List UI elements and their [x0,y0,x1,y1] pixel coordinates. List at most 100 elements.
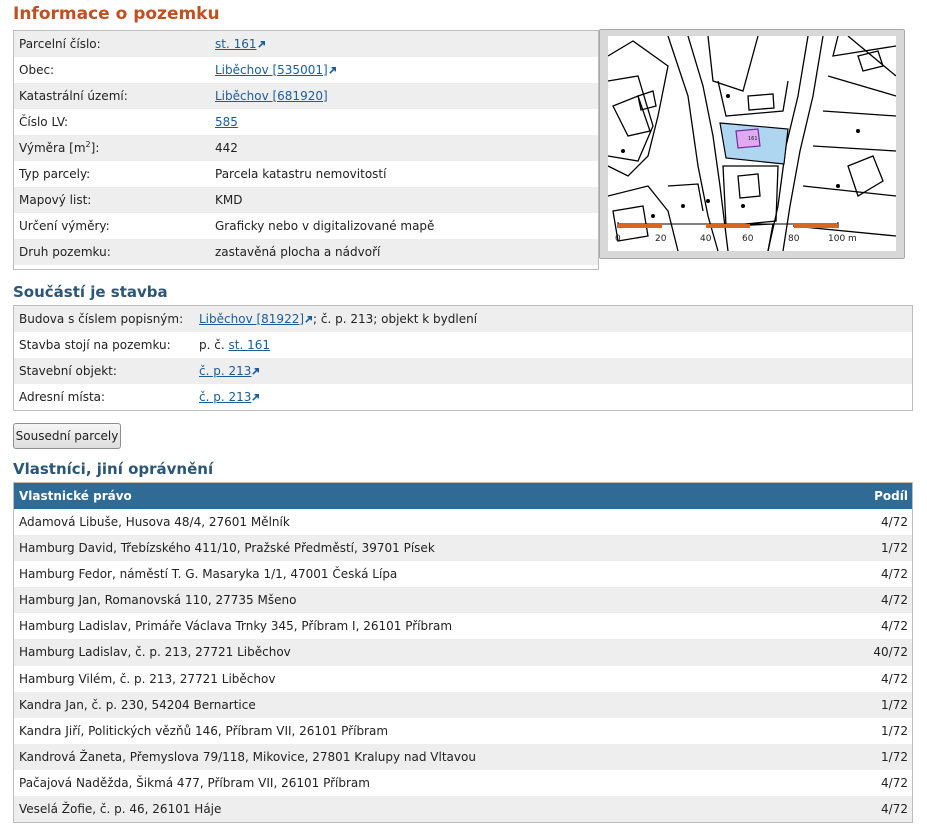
owner-share: 1/72 [881,541,908,556]
building-label: Stavba stojí na pozemku: [19,338,171,352]
owner-share: 4/72 [881,802,908,817]
building-section-title: Součástí je stavba [13,283,168,301]
info-row-land-type: Druh pozemku: zastavěná plocha a nádvoří [14,239,598,265]
table-row: Hamburg Jan, Romanovská 110, 27735 Mšeno… [14,587,912,614]
table-row: Hamburg Ladislav, č. p. 213, 27721 Liběc… [14,639,912,666]
owner-share: 1/72 [881,697,908,712]
area-value: 442 [215,141,238,155]
info-row-map-sheet: Mapový list: KMD [14,187,598,213]
building-row-building-object: Stavební objekt: č. p. 213 [14,358,912,384]
owner-name: Hamburg Fedor, náměstí T. G. Masaryka 1/… [19,567,398,582]
owner-name: Veselá Žofie, č. p. 46, 26101 Háje [19,802,222,817]
info-row-area-determination: Určení výměry: Graficky nebo v digitaliz… [14,213,598,239]
address-point-link[interactable]: č. p. 213 [199,390,251,404]
owners-section-title: Vlastníci, jiní oprávnění [13,460,214,478]
owner-share: 1/72 [881,723,908,738]
owner-share: 4/72 [881,619,908,634]
external-link-icon[interactable] [257,40,266,49]
info-row-cadastral-area: Katastrální území: Liběchov [681920] [14,83,598,109]
table-row: Hamburg David, Třebízského 411/10, Pražs… [14,535,912,562]
scale-label: 80 [788,234,800,244]
external-link-icon[interactable] [251,367,260,376]
map-sheet-value: KMD [215,193,243,207]
building-label: Budova s číslem popisným: [19,312,184,326]
neighbor-parcels-button[interactable]: Sousední parcely [13,423,121,449]
info-row-lv-number: Číslo LV: 585 [14,109,598,135]
building-object-link[interactable]: č. p. 213 [199,364,251,378]
info-label: Určení výměry: [19,219,110,233]
owner-share: 4/72 [881,775,908,790]
info-label: Výměra [m2]: [19,140,100,156]
info-label: Obec: [19,63,55,77]
owner-name: Kandra Jiří, Politických vězňů 146, Příb… [19,723,389,738]
table-row: Kandra Jan, č. p. 230, 54204 Bernartice 1… [14,691,912,718]
owner-name: Hamburg Vilém, č. p. 213, 27721 Liběchov [19,671,276,686]
info-label: Parcelní číslo: [19,37,101,51]
parcel-type-value: Parcela katastru nemovitostí [215,167,387,181]
col-share-header: Podíl [874,489,908,503]
info-row-parcel-type: Typ parcely: Parcela katastru nemovitost… [14,161,598,187]
table-row: Kandra Jiří, Politických vězňů 146, Příb… [14,718,912,744]
building-link[interactable]: Liběchov [81922] [199,312,304,326]
table-row: Veselá Žofie, č. p. 46, 26101 Háje 4/72 [14,796,912,823]
info-label: Typ parcely: [19,167,91,181]
table-row: Hamburg Vilém, č. p. 213, 27721 Liběchov… [14,666,912,692]
external-link-icon[interactable] [251,393,260,402]
owner-share: 4/72 [881,593,908,608]
table-row: Kandrová Žaneta, Přemyslova 79/118, Miko… [14,743,912,770]
building-label: Adresní místa: [19,390,106,404]
owner-share: 1/72 [881,749,908,764]
scale-label: 100 m [828,234,857,244]
external-link-icon[interactable] [328,66,337,75]
parcel-info-table: Parcelní číslo: st. 161 Obec: Liběchov [… [13,30,599,270]
owners-table-body: Adamová Libuše, Husova 48/4, 27601 Mělní… [14,509,912,823]
owner-share: 4/72 [881,515,908,529]
info-label: Číslo LV: [19,115,69,129]
external-link-icon[interactable] [304,315,313,324]
info-label: Katastrální území: [19,89,128,103]
map-image: 161 0 20 40 60 80 100 m [608,36,896,251]
table-row: Pačajová Naděžda, Šikmá 477, Příbram VII… [14,770,912,796]
building-row-stands-on: Stavba stojí na pozemku: p. č. st. 161 [14,332,912,358]
owner-name: Kandrová Žaneta, Přemyslova 79/118, Miko… [19,749,476,764]
building-table: Budova s číslem popisným: Liběchov [8192… [13,305,913,411]
scale-label: 20 [655,234,667,244]
owner-share: 40/72 [873,645,908,660]
building-row-address-points: Adresní místa: č. p. 213 [14,384,912,410]
parcel-link[interactable]: st. 161 [228,338,270,352]
scale-label: 40 [700,234,712,244]
owner-share: 4/72 [881,567,908,582]
owner-name: Pačajová Naděžda, Šikmá 477, Příbram VII… [19,775,370,790]
map-parcel-label: 161 [748,136,758,142]
table-row: Hamburg Fedor, náměstí T. G. Masaryka 1/… [14,561,912,587]
col-owner-header: Vlastnické právo [19,489,132,503]
info-row-area: Výměra [m2]: 442 [14,135,598,161]
owner-name: Hamburg Jan, Romanovská 110, 27735 Mšeno [19,593,297,608]
info-label: Druh pozemku: [19,245,111,259]
building-label: Stavební objekt: [19,364,117,378]
info-row-parcel-number: Parcelní číslo: st. 161 [14,31,598,57]
building-row-house-number: Budova s číslem popisným: Liběchov [8192… [14,306,912,332]
scale-label: 60 [742,234,754,244]
municipality-link[interactable]: Liběchov [535001] [215,63,328,77]
owner-name: Hamburg David, Třebízského 411/10, Pražs… [19,541,435,556]
owner-name: Hamburg Ladislav, Primáře Václava Trnky … [19,619,453,634]
info-row-municipality: Obec: Liběchov [535001] [14,57,598,83]
area-determination-value: Graficky nebo v digitalizované mapě [215,219,435,233]
owners-table: Vlastnické právo Podíl Adamová Libuše, H… [13,482,913,824]
cadastral-area-link[interactable]: Liběchov [681920] [215,89,328,103]
table-row: Hamburg Ladislav, Primáře Václava Trnky … [14,613,912,639]
scale-label: 0 [615,234,621,244]
page-title: Informace o pozemku [13,4,220,24]
owner-share: 4/72 [881,671,908,686]
table-row: Adamová Libuše, Husova 48/4, 27601 Mělní… [14,509,912,535]
lv-number-link[interactable]: 585 [215,115,238,129]
land-type-value: zastavěná plocha a nádvoří [215,245,381,259]
cadastral-map-thumbnail[interactable]: 161 0 20 40 60 80 100 m [599,29,905,259]
owner-name: Hamburg Ladislav, č. p. 213, 27721 Liběc… [19,645,291,660]
owners-table-header: Vlastnické právo Podíl [14,483,912,509]
parcel-number-link[interactable]: st. 161 [215,37,257,51]
owner-name: Adamová Libuše, Husova 48/4, 27601 Mělní… [19,515,290,529]
info-label: Mapový list: [19,193,92,207]
owner-name: Kandra Jan, č. p. 230, 54204 Bernartice [19,697,256,712]
